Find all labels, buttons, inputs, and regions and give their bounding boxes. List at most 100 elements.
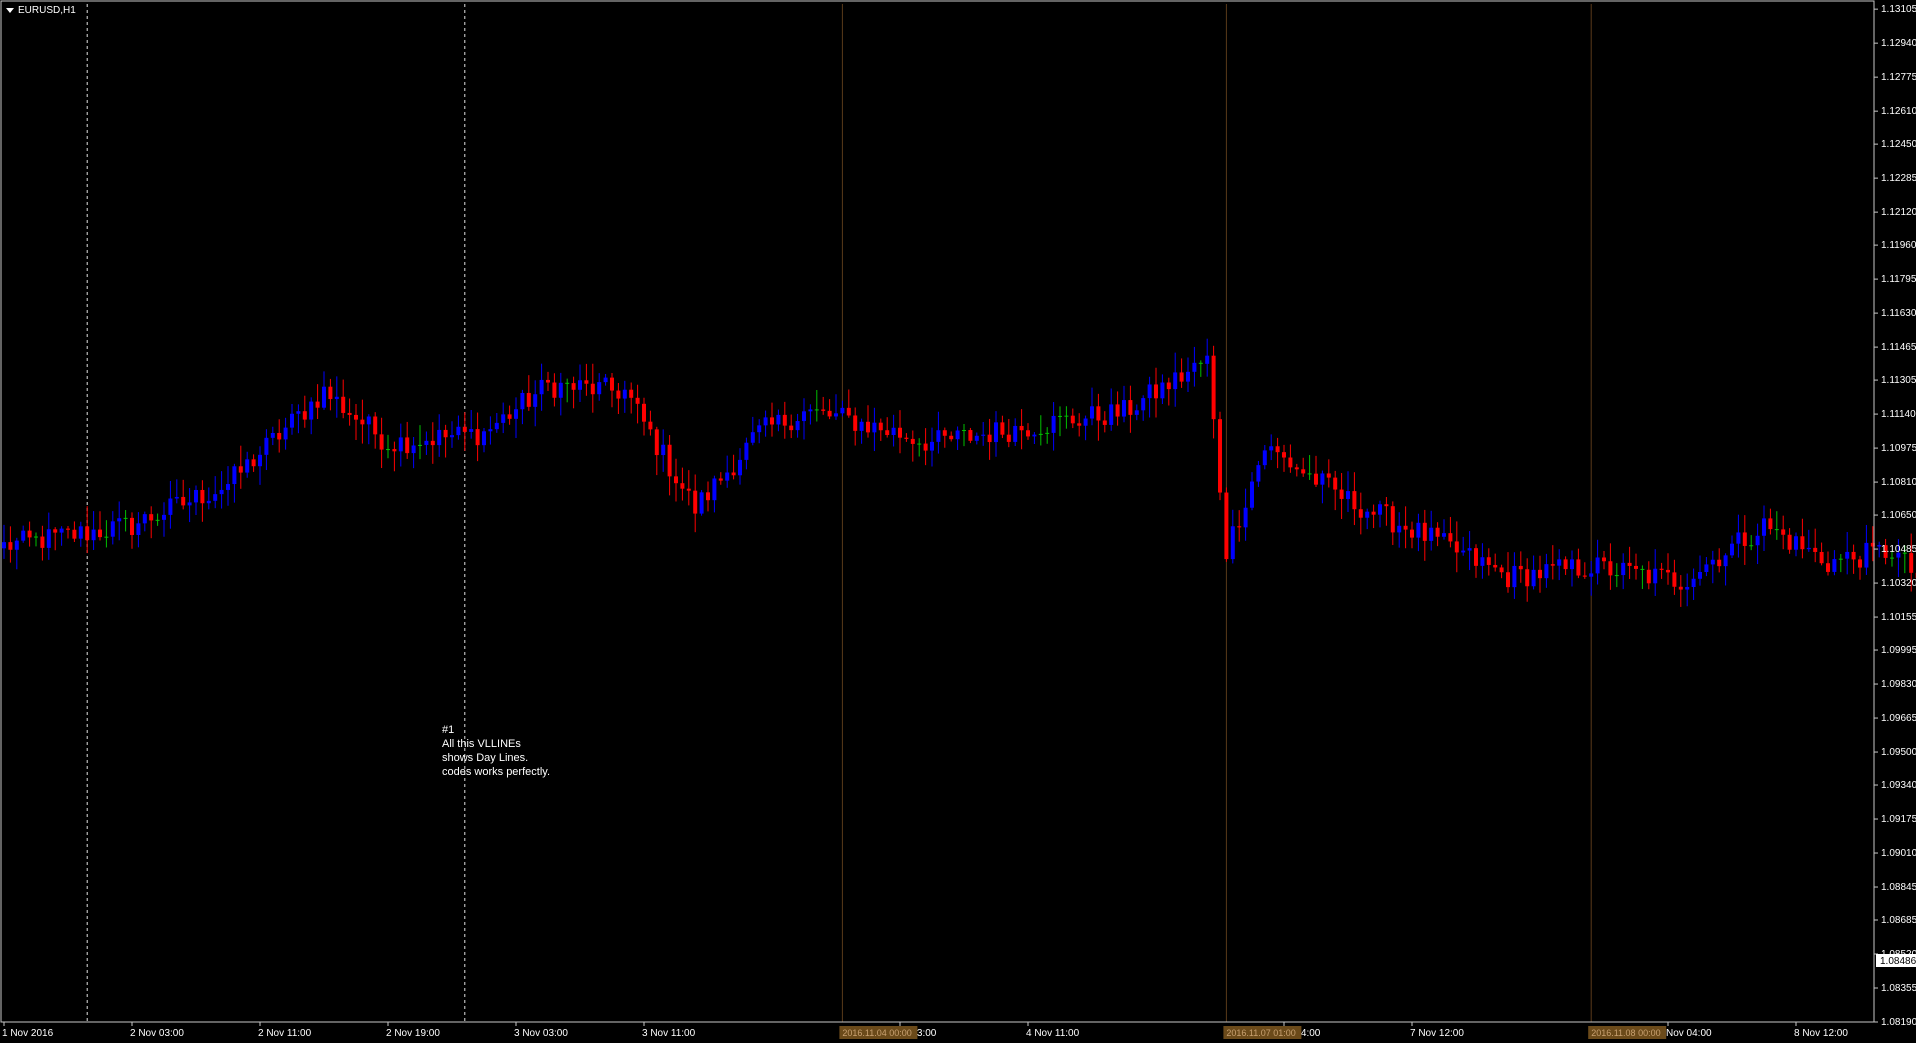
price-tick-label: 1.12610 (1881, 106, 1916, 117)
candle-body (539, 379, 544, 395)
time-tick-label: 2 Nov 19:00 (386, 1028, 440, 1039)
candle-body (731, 472, 736, 476)
candle-body (1704, 564, 1709, 573)
candle-body (296, 411, 301, 414)
candle-body (1448, 533, 1453, 542)
candle-body (494, 422, 499, 430)
candle-body (520, 392, 525, 410)
candle-body (757, 425, 762, 433)
candle-body (398, 437, 403, 452)
candle-body (558, 382, 563, 398)
candle-body (117, 518, 122, 522)
candle-body (1570, 559, 1574, 570)
candle-body (514, 409, 518, 419)
candle-body (1058, 415, 1062, 417)
candle-body (1250, 481, 1254, 508)
candle-body (507, 414, 512, 419)
candle-body (226, 484, 230, 490)
candle-body (98, 529, 102, 538)
price-tick-label: 1.08190 (1881, 1017, 1916, 1028)
candle-body (1762, 518, 1766, 536)
candle-body (1205, 355, 1210, 364)
candle-body (904, 437, 909, 439)
candle-body (1333, 477, 1338, 490)
candle-body (1717, 559, 1722, 567)
candle-body (1909, 553, 1914, 573)
candle-body (1224, 492, 1229, 560)
candle-body (1614, 575, 1619, 577)
candle-body (21, 530, 26, 541)
candle-body (187, 502, 192, 506)
candle-body (706, 492, 710, 501)
candle-body (1832, 559, 1837, 572)
candle-body (1192, 362, 1197, 372)
candle-body (168, 498, 173, 515)
candle-body (610, 377, 614, 391)
candle-body (718, 478, 723, 481)
candle-body (1096, 406, 1101, 421)
candle-body (1358, 509, 1363, 518)
candle-body (1691, 578, 1696, 587)
candle-body (1550, 564, 1555, 566)
candle-body (930, 441, 934, 451)
candle-body (1742, 532, 1747, 546)
candle-body (808, 409, 813, 412)
candle-body (238, 466, 243, 473)
day-line-label: 2016.11.04 00:00 (842, 1028, 911, 1038)
price-tick-label: 1.08685 (1881, 915, 1916, 926)
candle-body (174, 496, 179, 499)
candle-body (635, 397, 640, 404)
candle-body (430, 440, 435, 446)
price-tick-label: 1.12450 (1881, 139, 1916, 150)
candle-body (1595, 557, 1600, 574)
candle-body (1678, 586, 1683, 590)
candle-body (347, 412, 352, 415)
candle-body (200, 489, 205, 504)
price-chart[interactable]: 1.13105 1.12940 1.12775 1.12610 1.12450 1.122… (0, 0, 1916, 1043)
candle-body (565, 382, 570, 384)
candle-body (1115, 404, 1120, 417)
candle-body (853, 415, 858, 431)
candle-body (1467, 548, 1472, 551)
candle-body (219, 489, 224, 495)
candle-body (501, 414, 506, 423)
chart-title: EURUSD,H1 (18, 5, 76, 16)
candle-body (334, 396, 339, 400)
candle-body (258, 454, 262, 467)
candle-body (270, 432, 275, 438)
candle-body (1384, 504, 1389, 507)
candle-body (942, 430, 947, 436)
candle-body (840, 407, 845, 414)
candle-body (584, 380, 589, 384)
price-tick-label: 1.10810 (1881, 477, 1916, 488)
candle-body (1582, 575, 1587, 577)
candle-body (744, 442, 749, 460)
candle-body (341, 396, 346, 413)
current-price-label: 1.08486 (1880, 956, 1916, 967)
candle-body (686, 488, 691, 491)
candle-body (251, 459, 256, 467)
candle-body (462, 426, 467, 432)
candle-body (1768, 518, 1773, 530)
price-tick-label: 1.10485 (1881, 544, 1916, 555)
candle-body (411, 445, 416, 454)
candle-body (578, 380, 582, 390)
candle-body (379, 434, 384, 450)
candle-body (1301, 469, 1306, 474)
candle-body (616, 390, 621, 399)
candle-body (1390, 506, 1395, 533)
candle-body (1051, 415, 1056, 433)
candle-body (386, 449, 390, 451)
candle-body (1256, 465, 1261, 482)
candle-body (206, 500, 211, 504)
price-tick-label: 1.11960 (1881, 240, 1916, 251)
candle-body (1160, 382, 1165, 399)
candle-body (1749, 545, 1754, 547)
candle-body (1109, 404, 1114, 425)
candle-body (155, 519, 160, 521)
candle-body (85, 526, 90, 541)
candle-body (1826, 563, 1830, 572)
candle-body (693, 490, 698, 514)
candle-body (1045, 432, 1050, 434)
candle-body (1141, 398, 1146, 411)
